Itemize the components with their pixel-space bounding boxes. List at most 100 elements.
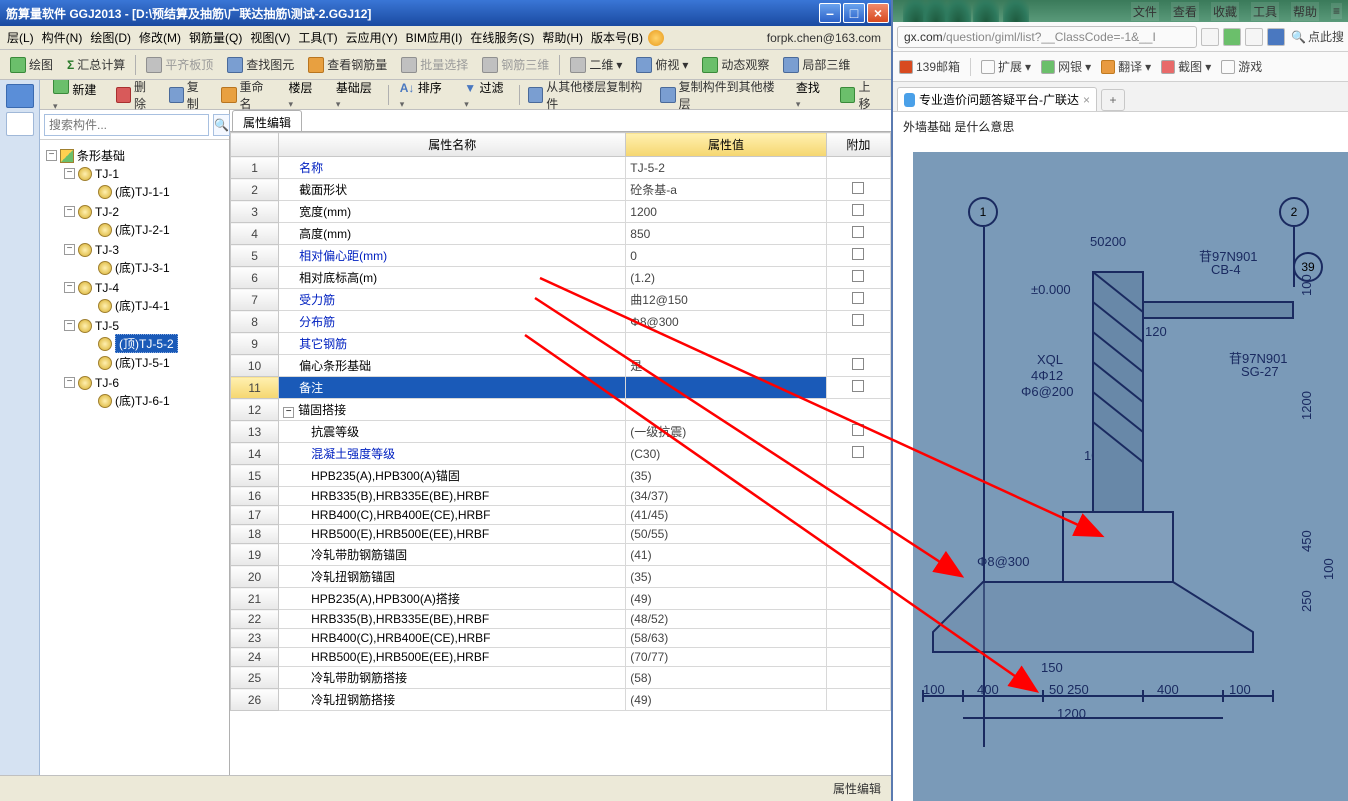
sort-dd[interactable]: A↓ 排序: [393, 80, 454, 113]
bt-ext[interactable]: 扩展 ▾: [981, 58, 1031, 75]
findprim-btn[interactable]: 查找图元: [223, 54, 298, 75]
prop-row[interactable]: 12−锚固搭接: [231, 399, 891, 421]
bt-game[interactable]: 游戏: [1221, 58, 1262, 75]
bt-trans[interactable]: 翻译 ▾: [1101, 58, 1151, 75]
addr-icon-1[interactable]: [1201, 28, 1219, 46]
prop-row[interactable]: 6相对底标高(m)(1.2): [231, 267, 891, 289]
draw-btn[interactable]: 绘图: [6, 54, 57, 75]
prop-row[interactable]: 14混凝土强度等级(C30): [231, 443, 891, 465]
sumcalc-btn[interactable]: Σ汇总计算: [63, 54, 129, 75]
tree-node[interactable]: −TJ-4: [64, 279, 227, 296]
prop-row[interactable]: 26冷轧扭钢筋搭接(49): [231, 689, 891, 711]
look-btn[interactable]: 俯视 ▾: [632, 54, 692, 75]
tree-leaf[interactable]: (顶)TJ-5-2: [84, 335, 227, 352]
menu-version[interactable]: 版本号(B): [588, 27, 646, 48]
copy-btn[interactable]: 复制: [165, 80, 214, 114]
prop-row[interactable]: 24HRB500(E),HRB500E(EE),HRBF(70/77): [231, 648, 891, 667]
addr-icon-paw[interactable]: [1267, 28, 1285, 46]
menu-layer[interactable]: 层(L): [4, 27, 37, 48]
face-icon[interactable]: [648, 30, 664, 46]
bt-bank[interactable]: 网银 ▾: [1041, 58, 1091, 75]
prop-row[interactable]: 21HPB235(A),HPB300(A)搭接(49): [231, 588, 891, 610]
tree-node[interactable]: −TJ-3: [64, 241, 227, 258]
tree-leaf[interactable]: (底)TJ-6-1: [84, 392, 227, 409]
menu-modify[interactable]: 修改(M): [136, 27, 184, 48]
menu-draw[interactable]: 绘图(D): [87, 27, 134, 48]
prop-row[interactable]: 7受力筋曲12@150: [231, 289, 891, 311]
tree-node[interactable]: −TJ-2: [64, 203, 227, 220]
prop-row[interactable]: 20冷轧扭钢筋锚固(35): [231, 566, 891, 588]
prop-row[interactable]: 11备注: [231, 377, 891, 399]
filter-dd[interactable]: ▼ 过滤: [457, 80, 515, 113]
up-btn[interactable]: 上移: [836, 80, 885, 114]
dynview-btn[interactable]: 动态观察: [698, 54, 773, 75]
bm-tool[interactable]: 工具: [1251, 2, 1279, 21]
menu-cloud[interactable]: 云应用(Y): [343, 27, 401, 48]
menu-help[interactable]: 帮助(H): [539, 27, 586, 48]
tree-leaf[interactable]: (底)TJ-1-1: [84, 183, 227, 200]
prop-row[interactable]: 15HPB235(A),HPB300(A)锚固(35): [231, 465, 891, 487]
search-button[interactable]: 🔍: [213, 114, 230, 136]
prop-tab-edit[interactable]: 属性编辑: [232, 110, 302, 131]
flatslab-btn[interactable]: 平齐板顶: [142, 54, 217, 75]
tab-active[interactable]: 专业造价问题答疑平台-广联达 ×: [897, 87, 1097, 111]
leftbtn-2[interactable]: [6, 112, 34, 136]
leftbtn-1[interactable]: [6, 84, 34, 108]
addr-icon-dd[interactable]: [1245, 28, 1263, 46]
copyfrom-btn[interactable]: 从其他楼层复制构件: [524, 80, 652, 114]
bt-139[interactable]: 139邮箱: [899, 58, 960, 75]
addr-icon-lightning[interactable]: [1223, 28, 1241, 46]
prop-row[interactable]: 23HRB400(C),HRB400E(CE),HRBF(58/63): [231, 629, 891, 648]
batchsel-btn[interactable]: 批量选择: [397, 54, 472, 75]
prop-grid[interactable]: 属性名称 属性值 附加 1名称TJ-5-22截面形状砼条基-a3宽度(mm)12…: [230, 132, 891, 775]
tree-leaf[interactable]: (底)TJ-5-1: [84, 354, 227, 371]
tree-node[interactable]: −TJ-5: [64, 317, 227, 334]
prop-row[interactable]: 8分布筋Φ8@300: [231, 311, 891, 333]
part3d-btn[interactable]: 局部三维: [779, 54, 854, 75]
tree-node[interactable]: −TJ-6: [64, 374, 227, 391]
prop-row[interactable]: 2截面形状砼条基-a: [231, 179, 891, 201]
menu-tool[interactable]: 工具(T): [295, 27, 340, 48]
menu-component[interactable]: 构件(N): [39, 27, 86, 48]
menu-view[interactable]: 视图(V): [247, 27, 293, 48]
menu-steel[interactable]: 钢筋量(Q): [186, 27, 245, 48]
prop-row[interactable]: 16HRB335(B),HRB335E(BE),HRBF(34/37): [231, 487, 891, 506]
max-button[interactable]: □: [843, 3, 865, 23]
menu-bim[interactable]: BIM应用(I): [403, 27, 466, 48]
col-name[interactable]: 属性名称: [279, 133, 626, 157]
bm-file[interactable]: 文件: [1131, 2, 1159, 21]
floor-dd[interactable]: 楼层: [281, 80, 324, 113]
search-input[interactable]: [44, 114, 209, 136]
tree-leaf[interactable]: (底)TJ-2-1: [84, 221, 227, 238]
bt-snap[interactable]: 截图 ▾: [1161, 58, 1211, 75]
prop-row[interactable]: 13抗震等级(一级抗震): [231, 421, 891, 443]
url-input[interactable]: gx.com/question/giml/list?__ClassCode=-1…: [897, 26, 1197, 48]
steel3d-btn[interactable]: 钢筋三维: [478, 54, 553, 75]
del-btn[interactable]: 删除: [112, 80, 161, 114]
tree-node[interactable]: −TJ-1: [64, 165, 227, 182]
viewsteel-btn[interactable]: 查看钢筋量: [304, 54, 391, 75]
bm-view[interactable]: 查看: [1171, 2, 1199, 21]
prop-row[interactable]: 22HRB335(B),HRB335E(BE),HRBF(48/52): [231, 610, 891, 629]
col-value[interactable]: 属性值: [626, 133, 827, 157]
prop-row[interactable]: 9其它钢筋: [231, 333, 891, 355]
prop-row[interactable]: 3宽度(mm)1200: [231, 201, 891, 223]
new-tab-button[interactable]: +: [1101, 89, 1125, 111]
min-button[interactable]: –: [819, 3, 841, 23]
prop-row[interactable]: 1名称TJ-5-2: [231, 157, 891, 179]
component-tree[interactable]: −条形基础−TJ-1(底)TJ-1-1−TJ-2(底)TJ-2-1−TJ-3(底…: [40, 140, 229, 775]
col-add[interactable]: 附加: [826, 133, 890, 157]
basefloor-dd[interactable]: 基础层: [329, 80, 384, 113]
bm-help[interactable]: 帮助: [1291, 2, 1319, 21]
prop-row[interactable]: 18HRB500(E),HRB500E(EE),HRBF(50/55): [231, 525, 891, 544]
menu-online[interactable]: 在线服务(S): [467, 27, 537, 48]
tree-leaf[interactable]: (底)TJ-3-1: [84, 259, 227, 276]
prop-row[interactable]: 10偏心条形基础是: [231, 355, 891, 377]
prop-row[interactable]: 5相对偏心距(mm)0: [231, 245, 891, 267]
search-here-btn[interactable]: 🔍点此搜: [1291, 28, 1344, 45]
tab-close-icon[interactable]: ×: [1083, 93, 1090, 107]
bm-fav[interactable]: 收藏: [1211, 2, 1239, 21]
rename-btn[interactable]: 重命名: [217, 80, 277, 114]
prop-row[interactable]: 4高度(mm)850: [231, 223, 891, 245]
prop-row[interactable]: 19冷轧带肋钢筋锚固(41): [231, 544, 891, 566]
